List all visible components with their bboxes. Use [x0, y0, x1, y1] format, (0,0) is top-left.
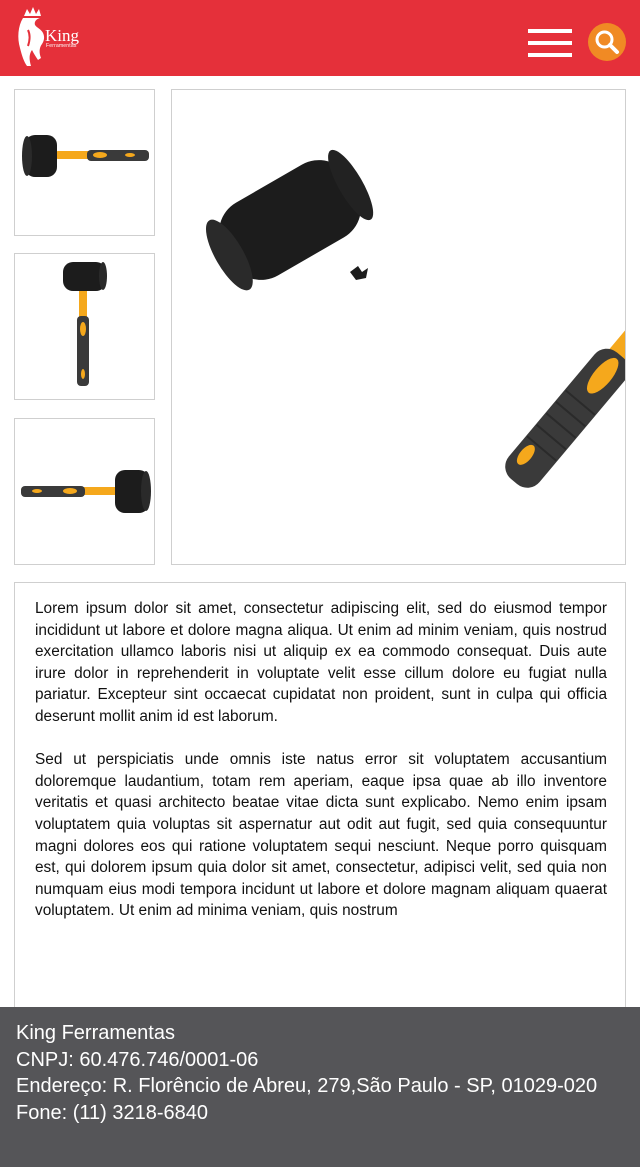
- logo-subtitle: Ferramentas: [46, 43, 77, 49]
- hammer-image: [205, 149, 640, 488]
- product-description: Lorem ipsum dolor sit amet, consectetur …: [14, 582, 626, 1022]
- footer-address: Endereço: R. Florêncio de Abreu, 279,São…: [16, 1075, 598, 1097]
- hammer-image: [22, 135, 149, 177]
- product-main-image[interactable]: [171, 89, 640, 565]
- product-thumbnail-3[interactable]: [14, 418, 155, 565]
- search-icon: [595, 30, 619, 54]
- king-logo[interactable]: King Ferramentas: [14, 4, 96, 68]
- footer-cnpj: CNPJ: 60.476.746/0001-06: [16, 1048, 259, 1071]
- site-header: King Ferramentas: [0, 0, 640, 76]
- product-thumbnail-1[interactable]: [14, 89, 155, 236]
- hammer-image: [63, 262, 107, 386]
- hammer-image: [21, 470, 151, 513]
- footer-phone: Fone: (11) 3218-6840: [16, 1101, 208, 1124]
- footer-company: King Ferramentas: [16, 1022, 175, 1044]
- site-footer: King Ferramentas CNPJ: 60.476.746/0001-0…: [0, 1007, 640, 1167]
- product-thumbnail-2[interactable]: [14, 253, 155, 400]
- description-paragraph-2: Sed ut perspiciatis unde omnis iste natu…: [35, 751, 607, 920]
- hamburger-menu-icon[interactable]: [528, 29, 572, 59]
- description-paragraph-1: Lorem ipsum dolor sit amet, consectetur …: [35, 600, 607, 725]
- search-button[interactable]: [588, 23, 626, 61]
